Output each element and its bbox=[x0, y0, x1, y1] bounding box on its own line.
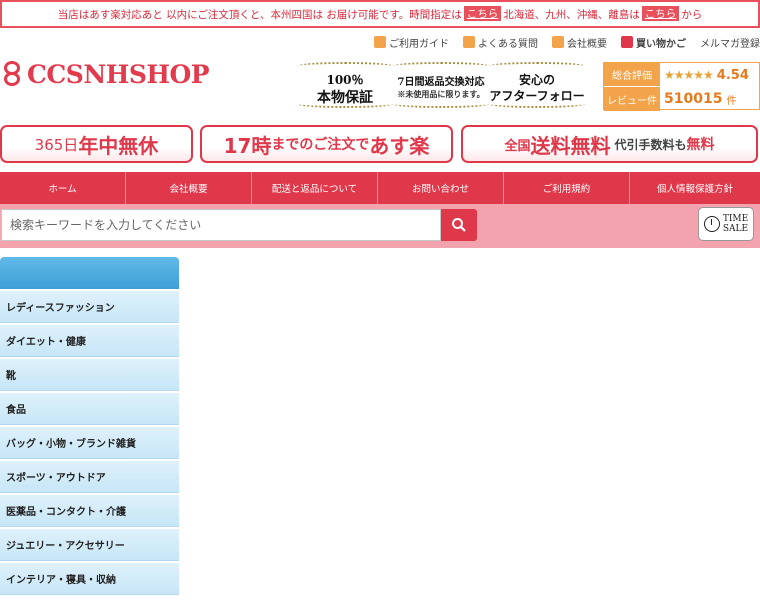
banner2-text: までのご注文で bbox=[271, 137, 370, 153]
nav-home[interactable]: ホーム bbox=[0, 172, 126, 204]
rating-box: 総合評価 ★★★★★ 4.54 レビュー件 510015 件 bbox=[603, 62, 760, 111]
category-ladies-fashion[interactable]: レディースファッション bbox=[0, 291, 179, 323]
banner3-mo: も bbox=[674, 137, 687, 152]
clock-icon bbox=[703, 216, 720, 232]
category-shoes[interactable]: 靴 bbox=[0, 359, 179, 391]
top-links: ご利用ガイド よくある質問 会社概要 買い物かご メルマガ登録 bbox=[360, 33, 760, 51]
review-count-label: レビュー件 bbox=[604, 87, 660, 111]
badge-aftercare: 安心の アフターフォロー bbox=[489, 60, 585, 110]
search-input[interactable] bbox=[1, 209, 441, 241]
notice-bar: 当店はあす楽対応あと 以内にご注文頂くと、本州四国は お届け可能です。時間指定は… bbox=[0, 0, 760, 28]
banner3-free2: 無料 bbox=[686, 137, 715, 153]
badge-returns-line2: ※未使用品に限ります。 bbox=[397, 89, 485, 99]
banner3-free: 送料無料 bbox=[530, 133, 611, 158]
company-link-label: 会社概要 bbox=[567, 38, 607, 50]
search-bar bbox=[0, 204, 760, 248]
nav-company[interactable]: 会社概要 bbox=[126, 172, 252, 204]
company-link[interactable]: 会社概要 bbox=[552, 35, 607, 50]
notice-link-time[interactable]: こちら bbox=[463, 6, 502, 22]
main-nav: ホーム 会社概要 配送と返品について お問い合わせ ご利用規約 個人情報保護方針 bbox=[0, 172, 760, 204]
time-sale-button[interactable]: TIME SALE bbox=[698, 207, 754, 241]
category-sports-outdoor[interactable]: スポーツ・アウトドア bbox=[0, 461, 179, 493]
newsletter-link[interactable]: メルマガ登録 bbox=[700, 35, 760, 50]
logo-text: CCSNHSHOP bbox=[27, 60, 210, 89]
time-sale-text: TIME SALE bbox=[723, 214, 748, 234]
review-count: 510015 件 bbox=[660, 87, 760, 111]
newsletter-link-label: メルマガ登録 bbox=[700, 38, 760, 50]
notice-text-3: から bbox=[681, 8, 703, 21]
notice-text-1: 当店はあす楽対応あと 以内にご注文頂くと、本州四国は お届け可能です。時間指定は bbox=[57, 8, 462, 21]
cart-icon bbox=[621, 36, 633, 48]
search-icon bbox=[452, 218, 466, 232]
badge-aftercare-line2: アフターフォロー bbox=[489, 89, 585, 103]
building-icon bbox=[552, 36, 564, 48]
guide-icon bbox=[374, 36, 386, 48]
category-medicine-contact-care[interactable]: 医薬品・コンタクト・介護 bbox=[0, 495, 179, 527]
nav-shipping-returns[interactable]: 配送と返品について bbox=[252, 172, 378, 204]
category-jewelry-accessories[interactable]: ジュエリー・アクセサリー bbox=[0, 529, 179, 561]
faq-link[interactable]: よくある質問 bbox=[463, 35, 538, 50]
banner1-text: 年中無休 bbox=[78, 133, 159, 158]
search-button[interactable] bbox=[441, 209, 477, 241]
category-interior-bedding[interactable]: インテリア・寝具・収納 bbox=[0, 563, 179, 595]
rating-stars-icon: ★★★★★ bbox=[664, 68, 714, 82]
nav-terms[interactable]: ご利用規約 bbox=[504, 172, 630, 204]
badge-authentic-line1: 100％ bbox=[326, 73, 364, 87]
banner-open-all-year[interactable]: 365日 年中無休 bbox=[0, 125, 193, 163]
badge-returns: 7日間返品交換対応 ※未使用品に限ります。 bbox=[393, 60, 489, 110]
cart-link-label: 買い物かご bbox=[636, 38, 686, 50]
category-bags-brands[interactable]: バッグ・小物・ブランド雑貨 bbox=[0, 427, 179, 459]
badge-authentic-line2: 本物保証 bbox=[317, 90, 373, 106]
rating-score: 4.54 bbox=[716, 67, 749, 83]
nav-contact[interactable]: お問い合わせ bbox=[378, 172, 504, 204]
review-count-unit: 件 bbox=[726, 95, 737, 107]
site-logo[interactable]: CCSNHSHOP bbox=[2, 60, 210, 89]
nav-privacy[interactable]: 個人情報保護方針 bbox=[630, 172, 760, 204]
banner3-nationwide: 全国 bbox=[504, 138, 531, 154]
guide-link-label: ご利用ガイド bbox=[389, 38, 449, 50]
time-sale-line1: TIME bbox=[722, 214, 749, 224]
badge-authentic: 100％ 本物保証 bbox=[297, 60, 393, 110]
banner2-time: 17時 bbox=[223, 133, 272, 158]
logo-mark-icon bbox=[2, 60, 24, 89]
guide-link[interactable]: ご利用ガイド bbox=[374, 35, 449, 50]
banner3-cod: 代引手数料 bbox=[614, 137, 675, 152]
badge-returns-line1: 7日間返品交換対応 bbox=[397, 77, 485, 88]
category-header bbox=[0, 257, 179, 289]
cart-link[interactable]: 買い物かご bbox=[621, 35, 686, 50]
banner-next-day[interactable]: 17時 までのご注文で あす楽 bbox=[200, 125, 453, 163]
notice-link-remote[interactable]: こちら bbox=[641, 6, 680, 22]
review-count-value: 510015 bbox=[664, 91, 723, 107]
banner2-asuraku: あす楽 bbox=[369, 133, 430, 158]
question-icon bbox=[463, 36, 475, 48]
banner-free-shipping[interactable]: 全国 送料無料 代引手数料 も 無料 bbox=[461, 125, 758, 163]
category-sidebar: レディースファッション ダイエット・健康 靴 食品 バッグ・小物・ブランド雑貨 … bbox=[0, 257, 179, 595]
faq-link-label: よくある質問 bbox=[478, 38, 538, 50]
guarantee-badges: 100％ 本物保証 7日間返品交換対応 ※未使用品に限ります。 安心の アフター… bbox=[297, 60, 585, 110]
overall-rating: ★★★★★ 4.54 bbox=[660, 63, 760, 87]
overall-rating-label: 総合評価 bbox=[604, 63, 660, 87]
time-sale-line2: SALE bbox=[722, 224, 749, 234]
category-diet-health[interactable]: ダイエット・健康 bbox=[0, 325, 179, 357]
category-food[interactable]: 食品 bbox=[0, 393, 179, 425]
notice-text-2: 北海道、九州、沖縄、離島は bbox=[503, 8, 640, 21]
banner1-days: 365日 bbox=[34, 135, 79, 154]
badge-aftercare-line1: 安心の bbox=[518, 73, 555, 87]
